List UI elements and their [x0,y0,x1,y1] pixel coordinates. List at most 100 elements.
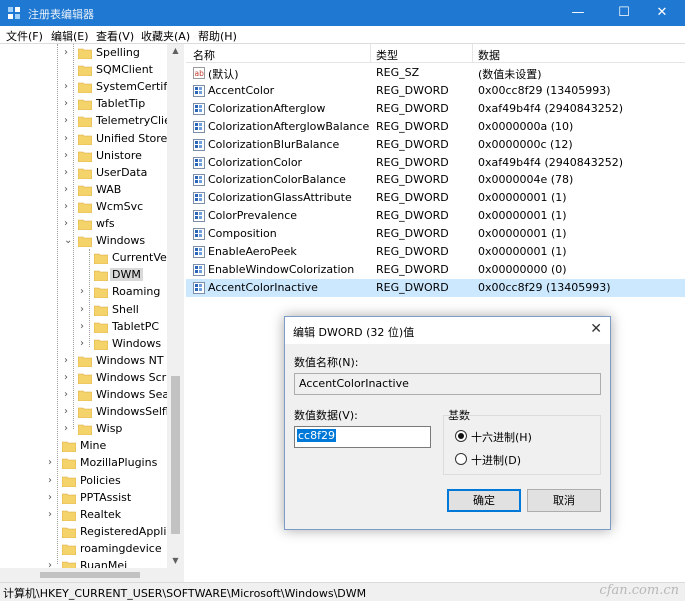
tree-item[interactable]: › TabletPC [0,319,183,336]
expand-icon[interactable] [64,64,74,76]
minimize-button[interactable]: — [555,0,601,26]
list-item[interactable]: ColorizationColor REG_DWORD 0xaf49b4f4 (29… [186,154,685,172]
menu-view[interactable]: 查看(V) [96,28,134,44]
tree-item-label[interactable]: SQMClient [94,63,155,76]
tree-item[interactable]: roamingdevice [0,541,183,558]
hscroll-thumb[interactable] [40,572,140,578]
menu-file[interactable]: 文件(F) [6,28,43,44]
tree-item[interactable]: › Windows [0,336,183,353]
dec-radio[interactable] [455,453,467,465]
expand-icon[interactable]: › [64,115,74,127]
tree-item[interactable]: › WcmSvc [0,199,183,216]
list-item[interactable]: ColorizationAfterglow REG_DWORD 0xaf49b4f4… [186,100,685,118]
expand-icon[interactable]: › [64,218,74,230]
tree-item-label[interactable]: WindowsSelfl [94,405,171,418]
expand-icon[interactable]: › [64,201,74,213]
list-item[interactable]: AccentColorInactive REG_DWORD 0x00cc8f29 (… [186,278,685,297]
tree-item[interactable]: › Windows NT [0,353,183,370]
expand-icon[interactable]: › [64,150,74,162]
expand-icon[interactable]: › [48,509,58,521]
tree-item-label[interactable]: DWM [110,268,143,281]
tree-item[interactable]: › TabletTip [0,96,183,113]
list-item[interactable]: EnableAeroPeek REG_DWORD 0x00000001 (1) [186,243,685,261]
expand-icon[interactable] [48,543,58,555]
column-divider[interactable] [472,44,473,63]
tree-item[interactable]: › Spelling [0,45,183,62]
tree-item-label[interactable]: wfs [94,217,117,230]
expand-icon[interactable]: › [80,286,90,298]
column-divider[interactable] [370,44,371,63]
expand-icon[interactable]: › [64,372,74,384]
expand-icon[interactable]: › [64,406,74,418]
key-tree[interactable]: › Spelling SQMClient › SystemCertifi › TabletT… [0,44,184,568]
tree-item-label[interactable]: MozillaPlugins [78,456,159,469]
tree-item-label[interactable]: CurrentVe [110,251,169,264]
tree-item-label[interactable]: Shell [110,303,141,316]
tree-item[interactable]: › Windows Scr [0,370,183,387]
list-item[interactable]: ColorPrevalence REG_DWORD 0x00000001 (1) [186,207,685,225]
tree-item-label[interactable]: Mine [78,439,108,452]
tree-item-label[interactable]: UserData [94,166,149,179]
expand-icon[interactable] [48,440,58,452]
ok-button[interactable]: 确定 [447,489,521,512]
list-item[interactable]: ColorizationGlassAttribute REG_DWORD 0x000… [186,189,685,207]
tree-item-label[interactable]: TelemetryClie [94,114,173,127]
tree-item[interactable]: › UserData [0,165,183,182]
scroll-down-icon[interactable]: ▼ [167,554,184,568]
tree-item-label[interactable]: Unistore [94,149,144,162]
tree-item-label[interactable]: TabletPC [110,320,161,333]
tree-item[interactable]: Mine [0,438,183,455]
expand-icon[interactable]: › [80,338,90,350]
value-data-text[interactable]: cc8f29 [297,429,336,442]
close-button[interactable]: ✕ [639,0,685,26]
expand-icon[interactable] [80,269,90,281]
column-data-header[interactable]: 数据 [478,47,500,63]
tree-item-label[interactable]: RuanMei [78,559,129,568]
tree-item-label[interactable]: Realtek [78,508,123,521]
tree-item[interactable]: › Windows Sea [0,387,183,404]
menu-favorites[interactable]: 收藏夹(A) [141,28,190,44]
tree-item-label[interactable]: WAB [94,183,123,196]
tree-item-label[interactable]: RegisteredAppli [78,525,168,538]
list-item[interactable]: ColorizationColorBalance REG_DWORD 0x00000… [186,171,685,189]
expand-icon[interactable]: › [64,81,74,93]
dec-radio-label[interactable]: 十进制(D) [471,452,521,468]
hex-radio[interactable] [455,430,467,442]
list-item[interactable]: EnableWindowColorization REG_DWORD 0x00000… [186,261,685,279]
expand-icon[interactable]: › [80,304,90,316]
expand-icon[interactable]: › [64,184,74,196]
tree-item-label[interactable]: WcmSvc [94,200,145,213]
value-data-input[interactable]: cc8f29 [294,426,431,448]
expand-icon[interactable]: › [64,47,74,59]
tree-item[interactable]: › SystemCertifi [0,79,183,96]
expand-icon[interactable]: › [64,389,74,401]
tree-item-label[interactable]: TabletTip [94,97,147,110]
list-item[interactable]: Composition REG_DWORD 0x00000001 (1) [186,225,685,243]
tree-item-label[interactable]: Windows NT [94,354,166,367]
tree-item-label[interactable]: Windows [94,234,147,247]
tree-item[interactable]: › Policies [0,473,183,490]
expand-icon[interactable] [48,526,58,538]
tree-item-label[interactable]: Wisp [94,422,124,435]
tree-item-label[interactable]: Spelling [94,46,142,59]
column-name-header[interactable]: 名称 [193,47,215,63]
tree-item[interactable]: SQMClient [0,62,183,79]
tree-item[interactable]: CurrentVe [0,250,183,267]
tree-item-label[interactable]: Policies [78,474,123,487]
tree-item[interactable]: DWM [0,267,183,284]
tree-item[interactable]: RegisteredAppli [0,524,183,541]
tree-item-label[interactable]: Windows Scr [94,371,168,384]
tree-item-label[interactable]: SystemCertifi [94,80,172,93]
expand-icon[interactable]: › [48,492,58,504]
tree-item-label[interactable]: Windows Sea [94,388,171,401]
tree-item[interactable]: › Unified Store [0,131,183,148]
tree-item[interactable]: › Shell [0,302,183,319]
cancel-button[interactable]: 取消 [527,489,601,512]
list-item[interactable]: ColorizationAfterglowBalance REG_DWORD 0x0… [186,118,685,136]
list-item[interactable]: AccentColor REG_DWORD 0x00cc8f29 (13405993… [186,82,685,100]
tree-horizontal-scrollbar[interactable] [0,568,184,582]
menu-help[interactable]: 帮助(H) [198,28,237,44]
tree-item[interactable]: › TelemetryClie [0,113,183,130]
scroll-thumb[interactable] [171,376,180,534]
scroll-up-icon[interactable]: ▲ [167,44,184,58]
